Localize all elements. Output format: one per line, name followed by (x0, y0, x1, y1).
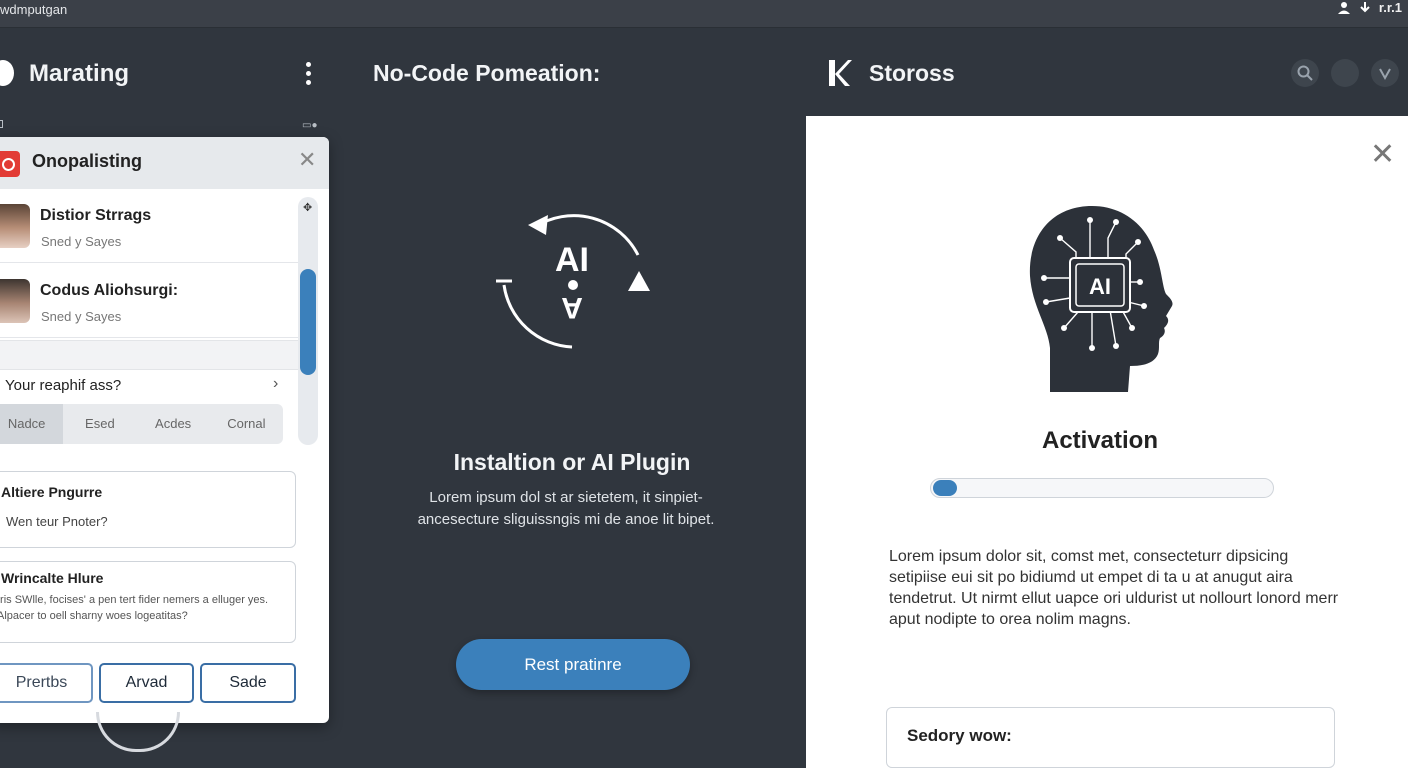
field-label: Wrincalte Hlure (1, 570, 104, 586)
topbar-icons: r.r.1 (1337, 0, 1402, 15)
panel-title: Onopalisting (32, 151, 142, 171)
close-icon[interactable]: ✕ (1370, 140, 1395, 170)
avatar (0, 279, 30, 323)
contact-item[interactable]: Codus Aliohsurgi: Sned y Sayes (0, 264, 298, 338)
panel-header: Onopalisting ✕ (0, 137, 329, 189)
notification-icon[interactable] (1331, 59, 1359, 87)
progress-track (930, 478, 1274, 498)
move-icon[interactable]: ✥ (303, 201, 312, 214)
contact-name: Codus Aliohsurgi: (40, 282, 179, 299)
onboarding-panel: Onopalisting ✕ Distior Strrags Sned y Sa… (0, 137, 329, 723)
plugin-heading: Instaltion or AI Plugin (453, 449, 691, 475)
field-label: Sedory wow: (907, 726, 1012, 745)
view-toggle-icon[interactable]: ▭● (302, 120, 318, 131)
top-bar: wdmputgan r.r.1 (0, 0, 1408, 28)
download-icon[interactable] (1359, 1, 1371, 15)
question-label: Your reaphif ass? (5, 377, 122, 394)
person-icon[interactable] (1337, 1, 1351, 15)
advance-button[interactable]: Arvad (99, 663, 194, 703)
close-icon[interactable]: ✕ (298, 149, 316, 171)
segment-option[interactable]: Cornal (210, 404, 283, 444)
previous-button[interactable]: Prertbs (0, 663, 93, 703)
contact-subtitle: Sned y Sayes (41, 234, 122, 249)
avatar (0, 204, 30, 248)
segment-option[interactable]: Nadce (0, 404, 64, 444)
segmented-control: Nadce Esed Acdes Cornal (0, 404, 283, 444)
grid-icon[interactable]: r.r.1 (1379, 0, 1402, 15)
contact-item[interactable]: Distior Strrags Sned y Sayes (0, 189, 298, 263)
text-field[interactable]: Altiere Pngurre Wen teur Pnoter? (0, 471, 296, 548)
activation-heading: Activation (1041, 427, 1158, 454)
ai-head-icon: AI (1021, 206, 1175, 392)
brand-title: Marating (29, 60, 130, 87)
field-text: Iris SWlle, focises' a pen tert fider ne… (0, 594, 269, 622)
brand-logo-icon (0, 60, 14, 86)
field-label: Altiere Pngurre (1, 484, 103, 500)
decorative-ring (96, 712, 180, 752)
divider-strip (0, 340, 298, 370)
primary-action-button[interactable]: Rest pratinre (456, 639, 690, 690)
store-logo-icon (829, 60, 852, 86)
contact-subtitle: Sned y Sayes (41, 309, 122, 324)
search-icon[interactable] (1291, 59, 1319, 87)
textarea-field[interactable]: Wrincalte Hlure Iris SWlle, focises' a p… (0, 561, 296, 643)
scrollbar-thumb[interactable] (300, 269, 316, 375)
input-field[interactable]: Sedory wow: (886, 707, 1335, 768)
save-button[interactable]: Sade (200, 663, 296, 703)
collapse-icon[interactable] (0, 120, 3, 128)
chevron-right-icon[interactable]: › (273, 375, 278, 393)
ai-cycle-icon: AI A (496, 214, 650, 349)
kebab-menu-icon[interactable] (301, 62, 315, 88)
ai-label: AI (555, 241, 589, 279)
topbar-title: wdmputgan (0, 2, 68, 17)
progress-fill (933, 480, 957, 496)
segment-option[interactable]: Acdes (137, 404, 210, 444)
field-value: Wen teur Pnoter? (6, 514, 108, 529)
contact-name: Distior Strrags (40, 207, 152, 224)
section-title: No-Code Pomeation: (373, 60, 601, 86)
ai-chip-label: AI (1089, 274, 1111, 299)
plugin-description: Lorem ipsum dol st ar sietetem, it sinpi… (417, 489, 715, 528)
record-icon (0, 151, 20, 177)
segment-option[interactable]: Esed (63, 404, 136, 444)
activation-panel: ✕ AI Activation Lorem ipsum dolor sit, c… (806, 116, 1408, 768)
store-title: Stoross (869, 60, 955, 86)
activation-text: Lorem ipsum dolor sit, comst met, consec… (889, 548, 1339, 628)
profile-icon[interactable] (1371, 59, 1399, 87)
svg-text:A: A (561, 291, 583, 324)
